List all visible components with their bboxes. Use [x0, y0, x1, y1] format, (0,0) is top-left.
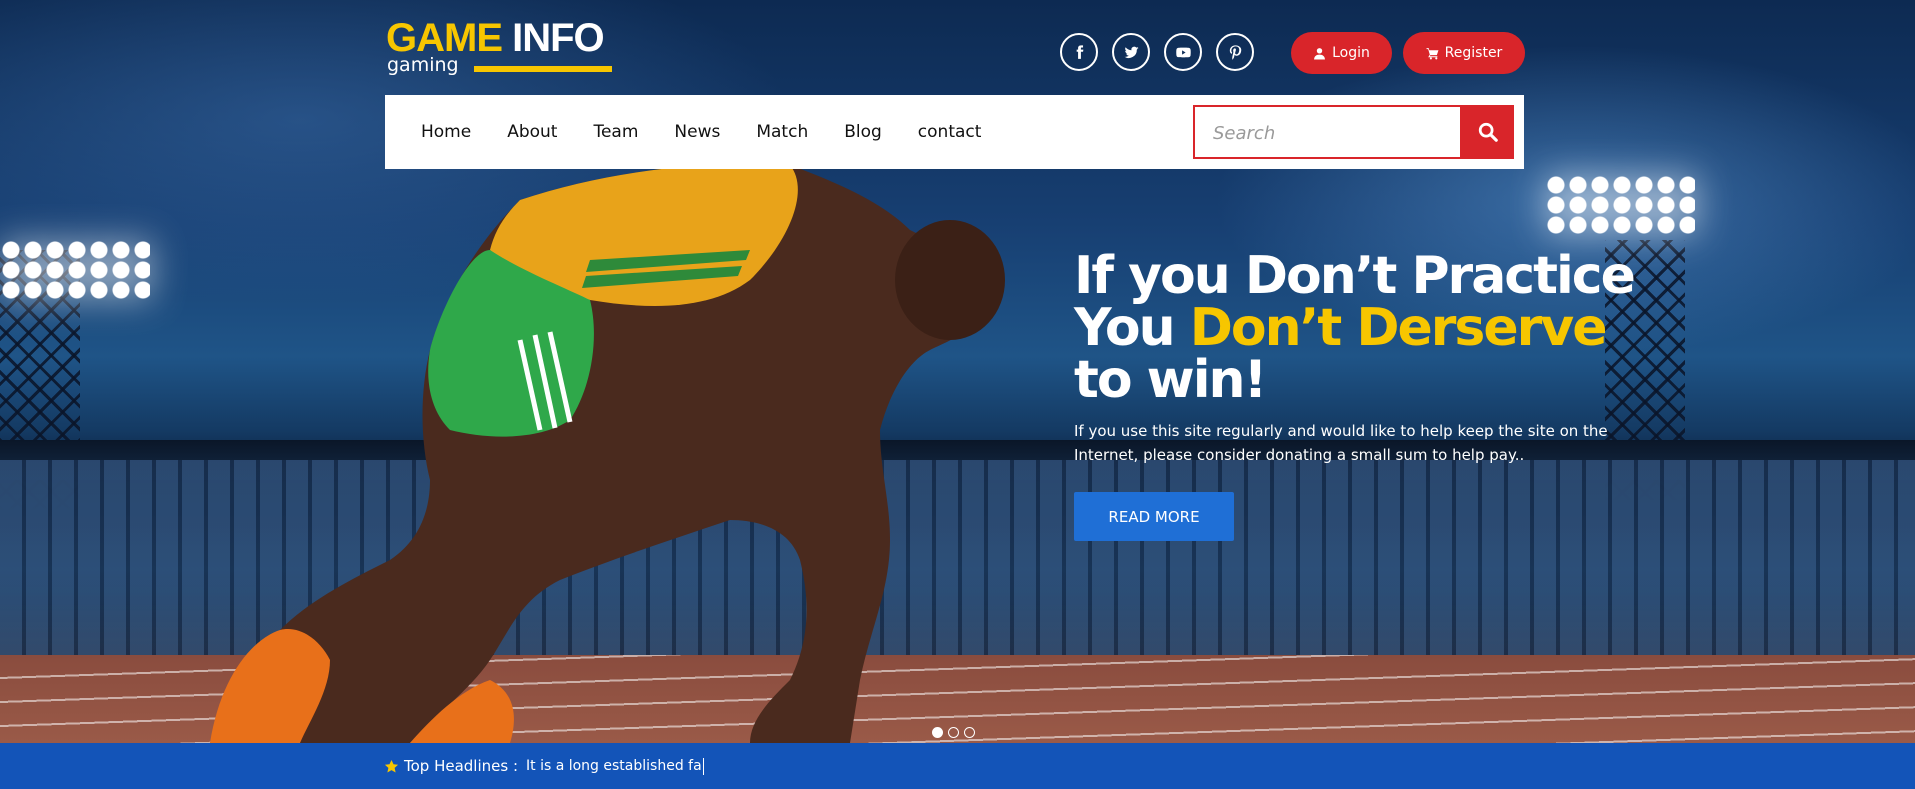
youtube-icon[interactable] [1164, 33, 1202, 71]
hero-headline: If you Don’t Practice You Don’t Derserve… [1074, 250, 1694, 406]
headline-line-2-prefix: You [1074, 298, 1176, 358]
cart-icon [1426, 47, 1439, 59]
athlete-image [210, 163, 1005, 743]
logo-underline [474, 66, 612, 72]
nav-item-about[interactable]: About [489, 122, 575, 142]
search-icon [1478, 122, 1498, 142]
ticker-text[interactable]: It is a long established fa [526, 743, 704, 789]
pinterest-icon[interactable] [1216, 33, 1254, 71]
register-button[interactable]: Register [1403, 32, 1525, 74]
logo-tagline: gaming [387, 54, 459, 76]
headline-highlight: Don’t Derserve [1189, 298, 1608, 358]
slider-dot-3[interactable] [964, 727, 975, 738]
slider-dot-1[interactable] [932, 727, 943, 738]
search-field [1193, 105, 1462, 159]
nav-item-home[interactable]: Home [421, 122, 489, 142]
login-button[interactable]: Login [1291, 32, 1392, 74]
search-input[interactable] [1211, 107, 1455, 159]
star-icon [384, 759, 399, 772]
nav-menu: Home About Team News Match Blog contact [421, 95, 999, 169]
logo-wordmark: GAME INFO [386, 16, 605, 60]
search-button[interactable] [1462, 105, 1514, 159]
twitter-icon[interactable] [1112, 33, 1150, 71]
ticker-label: Top Headlines : [384, 743, 518, 789]
social-links [1060, 33, 1254, 71]
ticker-headline: It is a long established fa [526, 758, 702, 774]
nav-item-blog[interactable]: Blog [826, 122, 900, 142]
slider-dots [932, 727, 975, 738]
floodlight-right [1545, 175, 1695, 235]
site-logo[interactable]: GAME INFO gaming [386, 18, 616, 78]
floodlight-left [0, 240, 150, 300]
slider-dot-2[interactable] [948, 727, 959, 738]
nav-item-team[interactable]: Team [575, 122, 656, 142]
nav-item-news[interactable]: News [656, 122, 738, 142]
nav-item-match[interactable]: Match [738, 122, 826, 142]
user-icon [1314, 47, 1326, 59]
headline-line-2: You Don’t Derserve [1074, 302, 1694, 354]
nav-item-contact[interactable]: contact [900, 122, 1000, 142]
read-more-button[interactable]: READ MORE [1074, 492, 1234, 541]
headline-line-3: to win! [1074, 350, 1267, 410]
headline-ticker: Top Headlines : It is a long established… [0, 743, 1915, 789]
headline-line-1: If you Don’t Practice [1074, 246, 1636, 306]
register-label: Register [1444, 45, 1503, 61]
hero-subtext: If you use this site regularly and would… [1074, 422, 1608, 464]
ticker-label-text: Top Headlines : [404, 757, 519, 775]
text-caret [702, 757, 704, 775]
login-label: Login [1332, 45, 1370, 61]
main-navbar: Home About Team News Match Blog contact [385, 95, 1524, 169]
facebook-icon[interactable] [1060, 33, 1098, 71]
